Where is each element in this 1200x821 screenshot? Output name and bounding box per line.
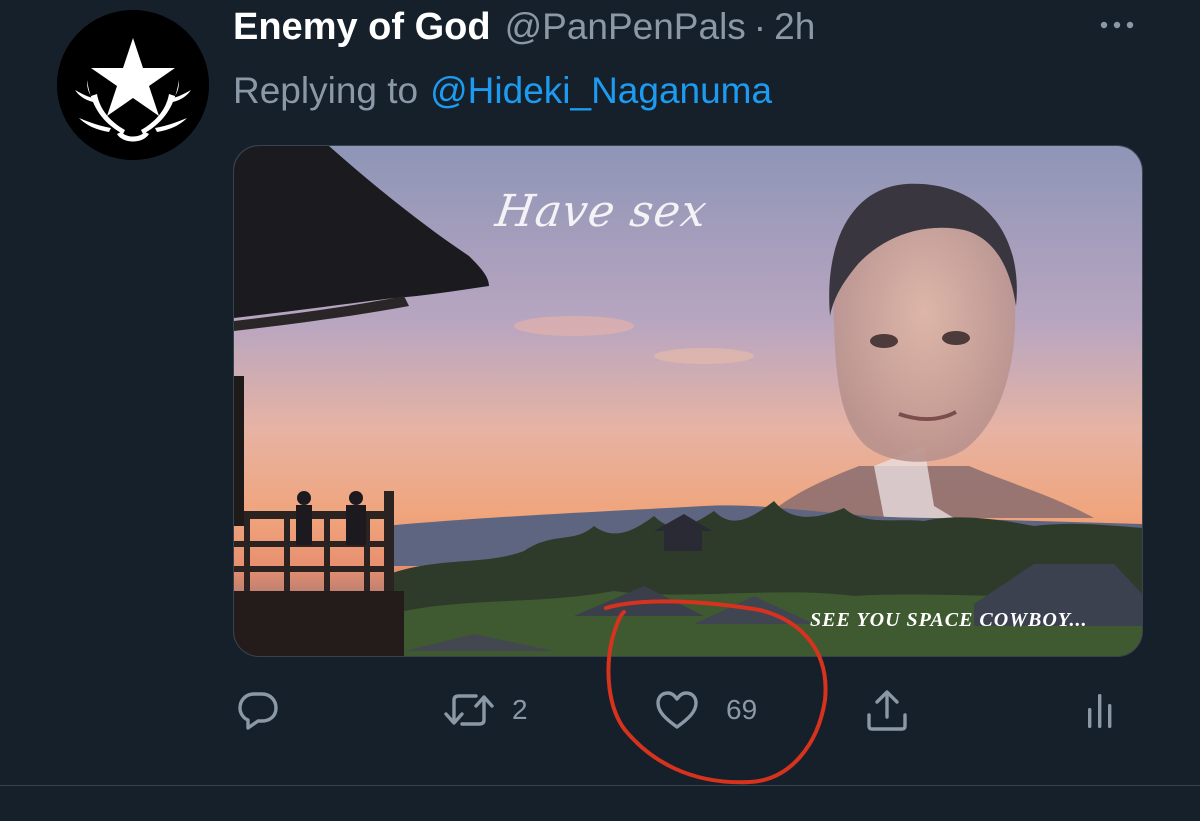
more-options-button[interactable] (1095, 14, 1139, 36)
heart-icon (656, 691, 698, 729)
replying-to-line: Replying to @Hideki_Naganuma (233, 70, 772, 112)
header-separator: · (753, 6, 767, 47)
more-dots-icon (1100, 21, 1134, 29)
replying-prefix: Replying to (233, 70, 419, 111)
tweet[interactable]: Enemy of God @PanPenPals · 2h Replying t… (0, 0, 1200, 786)
tweet-header: Enemy of God @PanPenPals · 2h (233, 6, 815, 56)
retweet-icon (444, 694, 494, 726)
reply-bubble-icon (238, 692, 278, 730)
retweet-button[interactable]: 2 (442, 680, 528, 740)
tweet-divider (0, 785, 1200, 786)
image-overlay-caption-bottom: SEE YOU SPACE COWBOY... (810, 609, 1088, 631)
antler-star-logo-icon (57, 10, 209, 160)
retweet-count: 2 (512, 694, 528, 725)
analytics-button[interactable] (1080, 680, 1120, 740)
image-overlay-caption-top: Have sex (492, 186, 711, 237)
replying-to-mention[interactable]: @Hideki_Naganuma (430, 70, 772, 111)
tweet-media-image[interactable]: Have sex SEE YOU SPACE COWBOY... (233, 145, 1143, 657)
analytics-bars-icon (1088, 694, 1112, 728)
like-count: 69 (726, 694, 758, 725)
author-name[interactable]: Enemy of God (233, 6, 491, 49)
share-button[interactable] (864, 680, 910, 740)
reply-button[interactable] (236, 680, 280, 740)
tweet-timestamp[interactable]: 2h (774, 6, 815, 48)
author-avatar[interactable] (57, 10, 209, 160)
author-handle[interactable]: @PanPenPals (505, 6, 746, 48)
tweet-action-bar: 2 69 (0, 680, 1200, 740)
share-upload-icon (867, 690, 907, 731)
like-button[interactable]: 69 (654, 680, 757, 740)
